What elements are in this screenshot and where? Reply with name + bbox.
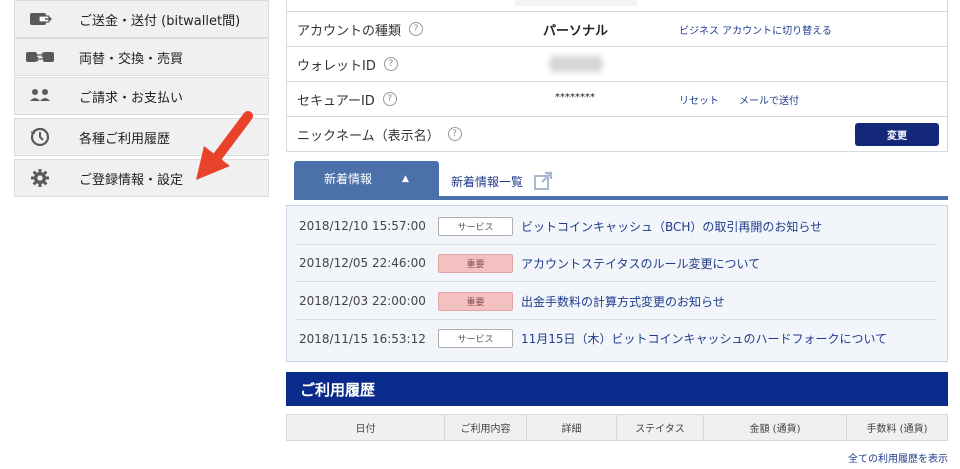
help-icon[interactable]: ? xyxy=(447,127,462,141)
sidebar-item-label: 両替・交換・売買 xyxy=(79,51,184,67)
help-icon[interactable]: ? xyxy=(382,92,397,106)
wallet-send-icon xyxy=(15,10,65,28)
column-header-date: 日付 xyxy=(287,415,445,440)
news-badge: サービス xyxy=(438,329,513,348)
users-icon xyxy=(15,88,65,104)
secure-id-row: セキュアーID ? ******** リセット メールで送付 xyxy=(287,82,947,117)
column-header-amount: 金額 (通貨) xyxy=(704,415,847,440)
account-info-table: アカウントの種類 ? パーソナル ビジネス アカウントに切り替える ウォレットI… xyxy=(286,0,948,152)
gear-icon xyxy=(15,168,65,188)
wallet-id-label: ウォレットID ? xyxy=(297,55,398,74)
history-clock-icon xyxy=(15,126,65,148)
sidebar-item-label: ご送金・送付 (bitwallet間) xyxy=(79,13,241,29)
tab-news-list[interactable]: 新着情報一覧 xyxy=(451,171,553,191)
news-title-link[interactable]: アカウントステイタスのルール変更について xyxy=(521,255,760,272)
reset-link[interactable]: リセット xyxy=(679,92,719,107)
tab-news-list-label: 新着情報一覧 xyxy=(451,174,524,189)
news-item[interactable]: 2018/11/15 16:53:12 サービス 11月15日（木）ビットコイン… xyxy=(295,320,937,357)
sidebar-item-label: ご登録情報・設定 xyxy=(79,172,184,188)
news-title-link[interactable]: ビットコインキャッシュ（BCH）の取引再開のお知らせ xyxy=(521,218,822,235)
column-header-content: ご利用内容 xyxy=(445,415,527,440)
nickname-row: ニックネーム（表示名） ? 変更 xyxy=(287,117,947,152)
external-link-icon xyxy=(534,171,553,190)
cut-off-row-remnant xyxy=(515,0,637,6)
news-tab-bar: 新着情報 ▲ 新着情報一覧 xyxy=(294,161,948,200)
tab-news-label: 新着情報 xyxy=(324,172,373,186)
news-badge: サービス xyxy=(438,216,513,236)
change-nickname-button[interactable]: 変更 xyxy=(855,123,939,146)
switch-to-business-link[interactable]: ビジネス アカウントに切り替える xyxy=(679,22,832,37)
news-badge: 重要 xyxy=(438,253,513,273)
wallet-id-row: ウォレットID ? xyxy=(287,47,947,82)
news-item[interactable]: 2018/12/03 22:00:00 重要 出金手数料の計算方式変更のお知らせ xyxy=(295,283,937,320)
account-type-value: パーソナル xyxy=(543,23,609,39)
news-date: 2018/12/05 22:46:00 xyxy=(299,256,426,270)
sidebar-item-exchange[interactable]: 両替・交換・売買 xyxy=(14,38,269,76)
exchange-icon xyxy=(15,48,65,66)
news-date: 2018/11/15 16:53:12 xyxy=(299,331,426,346)
account-type-label: アカウントの種類 ? xyxy=(297,20,424,39)
column-header-fee: 手数料 (通貨) xyxy=(866,424,928,435)
annotation-arrow-icon xyxy=(196,111,253,180)
sidebar-item-label: ご請求・お支払い xyxy=(79,90,184,106)
sidebar-item-send[interactable]: ご送金・送付 (bitwallet間) xyxy=(14,0,269,38)
secure-id-value: ******** xyxy=(555,92,595,103)
news-badge: 重要 xyxy=(438,291,513,311)
email-send-link[interactable]: メールで送付 xyxy=(739,92,799,107)
column-header-detail: 詳細 xyxy=(527,415,617,440)
nickname-label: ニックネーム（表示名） ? xyxy=(297,125,462,144)
account-type-row: アカウントの種類 ? パーソナル ビジネス アカウントに切り替える xyxy=(287,12,947,47)
sidebar-item-label: 各種ご利用履歴 xyxy=(79,131,171,147)
column-header-status: ステイタス xyxy=(617,415,704,440)
news-date: 2018/12/03 22:00:00 xyxy=(299,294,426,308)
news-date: 2018/12/10 15:57:00 xyxy=(299,219,426,233)
tab-news[interactable]: 新着情報 ▲ xyxy=(294,161,439,196)
news-title-link[interactable]: 出金手数料の計算方式変更のお知らせ xyxy=(521,293,725,310)
chevron-up-icon: ▲ xyxy=(402,173,409,184)
history-table-header: 日付 ご利用内容 詳細 ステイタス 金額 (通貨) 手数料 (通貨) xyxy=(286,414,948,441)
help-icon[interactable]: ? xyxy=(383,57,398,71)
help-icon[interactable]: ? xyxy=(409,22,424,36)
history-section-title: ご利用履歴 xyxy=(286,372,948,406)
show-all-history-link[interactable]: 全ての利用履歴を表示 xyxy=(848,450,948,465)
account-table-top xyxy=(287,0,947,12)
news-item[interactable]: 2018/12/05 22:46:00 重要 アカウントステイタスのルール変更に… xyxy=(295,245,937,282)
wallet-id-value-blurred xyxy=(549,56,603,72)
news-title-link[interactable]: 11月15日（木）ビットコインキャッシュのハードフォークについて xyxy=(521,330,887,347)
news-list: 2018/12/10 15:57:00 サービス ビットコインキャッシュ（BCH… xyxy=(286,205,948,362)
news-item[interactable]: 2018/12/10 15:57:00 サービス ビットコインキャッシュ（BCH… xyxy=(295,208,937,245)
secure-id-label: セキュアーID ? xyxy=(297,90,397,109)
